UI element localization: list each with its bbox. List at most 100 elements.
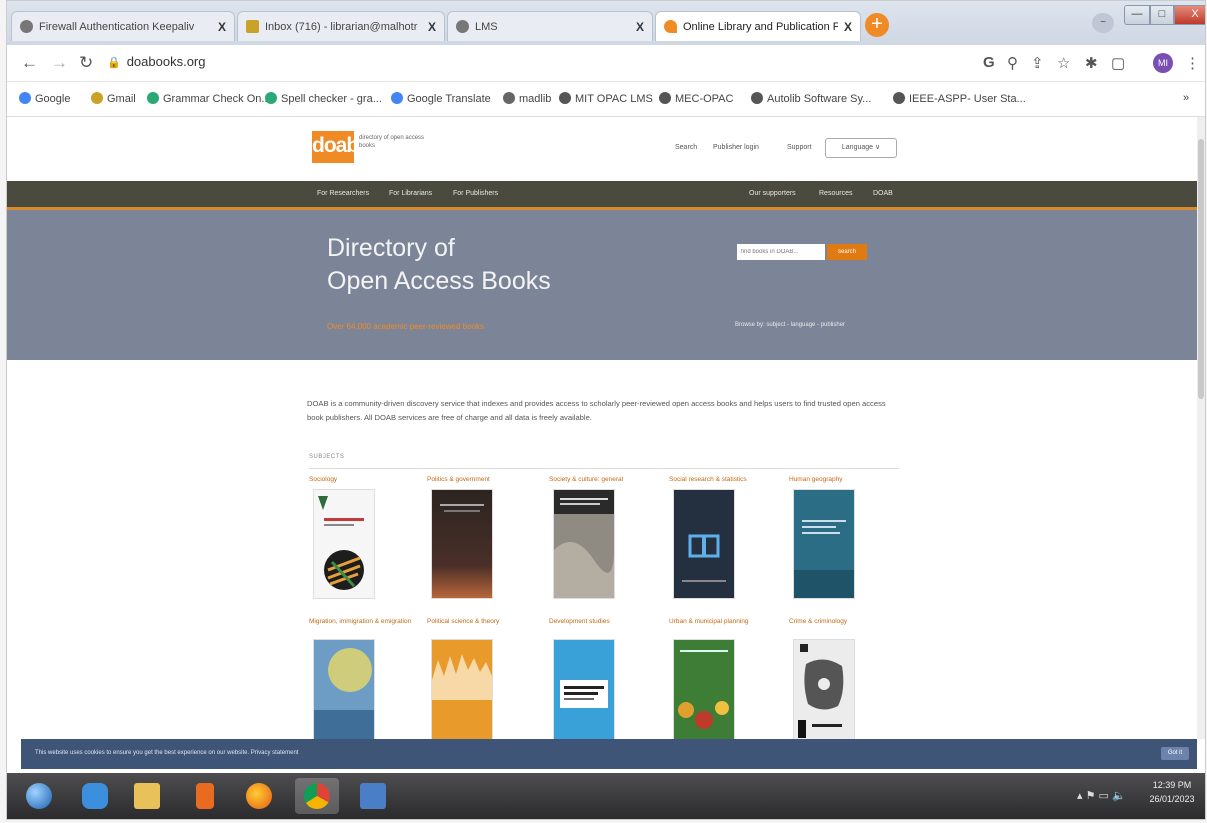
subject-human-geography[interactable]: Human geography bbox=[789, 475, 894, 484]
tab-inbox[interactable]: Inbox (716) - librarian@malhotr X bbox=[237, 11, 445, 41]
tab-firewall[interactable]: Firewall Authentication Keepaliv X bbox=[11, 11, 235, 41]
nav-doab[interactable]: DOAB bbox=[873, 190, 893, 197]
minimize-button[interactable]: — bbox=[1124, 5, 1150, 25]
doab-favicon bbox=[664, 20, 677, 33]
divider bbox=[309, 468, 899, 469]
subject-society[interactable]: Society & culture: general bbox=[549, 475, 654, 484]
book-cover[interactable] bbox=[431, 489, 493, 599]
close-window-button[interactable]: X bbox=[1174, 5, 1205, 25]
maximize-button[interactable]: □ bbox=[1150, 5, 1174, 25]
bookmark-item[interactable]: Google Translate bbox=[391, 92, 491, 105]
nav-librarians[interactable]: For Librarians bbox=[389, 190, 432, 197]
subject-migration[interactable]: Migration, immigration & emigration bbox=[309, 617, 414, 626]
subject-politics[interactable]: Politics & government bbox=[427, 475, 532, 484]
tab-title: Firewall Authentication Keepaliv bbox=[39, 20, 195, 33]
tab-close-button[interactable]: X bbox=[636, 20, 644, 34]
url-field[interactable]: 🔒 doabooks.org bbox=[107, 54, 205, 69]
book-cover[interactable] bbox=[793, 489, 855, 599]
tab-close-button[interactable]: X bbox=[428, 20, 436, 34]
topnav-search-link[interactable]: Search bbox=[675, 144, 697, 151]
subject-urban-planning[interactable]: Urban & municipal planning bbox=[669, 617, 774, 626]
subject-political-science[interactable]: Political science & theory bbox=[427, 617, 532, 626]
subject-development[interactable]: Development studies bbox=[549, 617, 654, 626]
bookmark-item[interactable]: Spell checker - gra... bbox=[265, 92, 382, 105]
start-orb[interactable] bbox=[17, 778, 61, 814]
bookmark-item[interactable]: Autolib Software Sy... bbox=[751, 92, 871, 105]
google-icon bbox=[19, 92, 31, 104]
side-panel-icon[interactable]: ▢ bbox=[1111, 54, 1125, 72]
subject-crime[interactable]: Crime & criminology bbox=[789, 617, 894, 626]
lock-icon: 🔒 bbox=[107, 57, 121, 69]
book-cover[interactable] bbox=[431, 639, 493, 739]
cover-art bbox=[314, 490, 374, 598]
nav-publishers[interactable]: For Publishers bbox=[453, 190, 498, 197]
globe-icon bbox=[456, 20, 469, 33]
menu-kebab-icon[interactable]: ⋮ bbox=[1185, 54, 1200, 72]
tab-close-button[interactable]: X bbox=[218, 20, 226, 34]
cover-art bbox=[674, 490, 734, 598]
main-nav: For Researchers For Librarians For Publi… bbox=[7, 181, 1197, 210]
chrome-icon[interactable] bbox=[295, 778, 339, 814]
nav-researchers[interactable]: For Researchers bbox=[317, 190, 369, 197]
forward-icon[interactable]: → bbox=[51, 53, 68, 73]
book-cover[interactable] bbox=[793, 639, 855, 739]
more-bookmarks-icon[interactable]: » bbox=[1183, 92, 1189, 104]
new-tab-button[interactable]: + bbox=[865, 13, 889, 37]
globe-icon bbox=[559, 92, 571, 104]
google-icon[interactable]: G bbox=[983, 54, 995, 71]
system-tray[interactable]: ▴ ⚑ ▭ 🔈 bbox=[1077, 789, 1126, 802]
book-cover[interactable] bbox=[313, 489, 375, 599]
nav-supporters[interactable]: Our supporters bbox=[749, 190, 796, 197]
globe-icon bbox=[659, 92, 671, 104]
bookmark-star-icon[interactable]: ☆ bbox=[1057, 54, 1070, 72]
extensions-icon[interactable]: ✱ bbox=[1085, 54, 1098, 72]
reload-icon[interactable]: ↻ bbox=[79, 53, 93, 73]
search-input[interactable] bbox=[737, 244, 825, 260]
search-button[interactable]: search bbox=[827, 244, 867, 260]
mail-icon bbox=[246, 20, 259, 33]
browser-tab-strip: Firewall Authentication Keepaliv X Inbox… bbox=[7, 1, 1205, 45]
doab-logo[interactable]: doab bbox=[312, 131, 359, 163]
bookmark-item[interactable]: MIT OPAC LMS bbox=[559, 92, 653, 105]
web-page: doab directory of open access books Sear… bbox=[7, 117, 1197, 739]
bookmark-item[interactable]: Gmail bbox=[91, 92, 136, 105]
firefox-icon[interactable] bbox=[237, 778, 281, 814]
book-cover[interactable] bbox=[553, 489, 615, 599]
file-explorer-icon[interactable] bbox=[125, 778, 169, 814]
bookmark-item[interactable]: Grammar Check On... bbox=[147, 92, 271, 105]
cookie-banner: This website uses cookies to ensure you … bbox=[21, 739, 1197, 769]
media-player-icon[interactable] bbox=[183, 778, 227, 814]
topnav-support-link[interactable]: Support bbox=[787, 144, 812, 151]
subject-social-research[interactable]: Social research & statistics bbox=[669, 475, 774, 484]
share-icon[interactable]: ⇪ bbox=[1031, 54, 1044, 72]
zoom-icon[interactable]: ⚲ bbox=[1007, 54, 1018, 72]
language-select[interactable]: Language ∨ bbox=[825, 138, 897, 158]
bookmark-item[interactable]: IEEE-ASPP- User Sta... bbox=[893, 92, 1026, 105]
ieee-icon bbox=[893, 92, 905, 104]
clock[interactable]: 12:39 PM 26/01/2023 bbox=[1145, 778, 1199, 806]
bookmark-item[interactable]: MEC-OPAC bbox=[659, 92, 733, 105]
tab-doab[interactable]: Online Library and Publication F X bbox=[655, 11, 861, 41]
tab-lms[interactable]: LMS X bbox=[447, 11, 653, 41]
tab-close-button[interactable]: X bbox=[844, 20, 852, 34]
bookmark-item[interactable]: Google bbox=[19, 92, 70, 105]
profile-avatar[interactable]: MI bbox=[1153, 53, 1173, 73]
photo-viewer-icon[interactable] bbox=[351, 778, 395, 814]
scrollbar-thumb[interactable] bbox=[1198, 139, 1204, 399]
topnav-publisher-login-link[interactable]: Publisher login bbox=[713, 144, 759, 151]
back-icon[interactable]: ← bbox=[21, 53, 38, 73]
nav-resources[interactable]: Resources bbox=[819, 190, 852, 197]
bookmark-item[interactable]: madlib bbox=[503, 92, 551, 105]
gmail-icon bbox=[91, 92, 103, 104]
subject-sociology[interactable]: Sociology bbox=[309, 475, 414, 484]
browse-links[interactable]: Browse by: subject - language - publishe… bbox=[735, 322, 845, 328]
book-cover[interactable] bbox=[673, 489, 735, 599]
cover-art bbox=[794, 490, 854, 598]
book-cover[interactable] bbox=[553, 639, 615, 739]
book-cover[interactable] bbox=[673, 639, 735, 739]
book-cover[interactable] bbox=[313, 639, 375, 739]
tab-search-button[interactable]: ~ bbox=[1092, 13, 1114, 33]
cookie-accept-button[interactable]: Got it bbox=[1161, 747, 1189, 760]
internet-explorer-icon[interactable] bbox=[73, 778, 117, 814]
window-controls: — □ X bbox=[1124, 5, 1205, 25]
